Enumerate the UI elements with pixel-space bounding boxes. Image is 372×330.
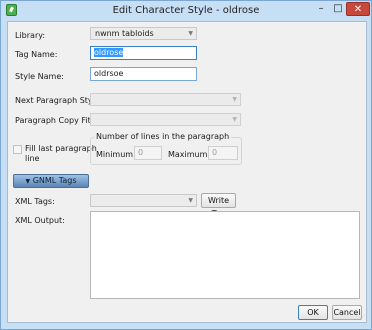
- xml-output-textarea[interactable]: [90, 211, 360, 299]
- fill-last-paragraph-line-label: Fill last paragraph: [25, 144, 97, 153]
- tag-name-value: oldrose: [94, 48, 124, 57]
- maximum-value: 0: [212, 148, 218, 157]
- maximum-input[interactable]: 0: [208, 146, 238, 160]
- style-name-label: Style Name:: [15, 72, 64, 81]
- fill-last-paragraph-line-label-cont: line: [25, 154, 40, 163]
- minimum-input[interactable]: 0: [134, 146, 162, 160]
- paragraph-copy-fit-label: Paragraph Copy Fit:: [15, 116, 94, 125]
- maximize-button[interactable]: □: [330, 2, 346, 16]
- resize-grip-icon[interactable]: ⋰: [359, 314, 365, 321]
- chevron-down-icon: ▼: [232, 116, 237, 123]
- lines-group-title: Number of lines in the paragraph: [94, 132, 232, 141]
- chevron-down-icon: ▼: [188, 30, 193, 37]
- cancel-button[interactable]: Cancel: [332, 305, 362, 320]
- library-dropdown[interactable]: nwnm tabloids ▼: [90, 27, 197, 40]
- library-value: nwnm tabloids: [95, 29, 154, 38]
- write-tag-button[interactable]: Write Tag: [201, 193, 236, 218]
- minimize-button[interactable]: –: [312, 2, 330, 16]
- minimum-label: Minimum:: [96, 150, 136, 159]
- style-name-value: oldrsoe: [94, 69, 124, 78]
- gnml-tags-toggle[interactable]: ▼ GNML Tags: [13, 174, 89, 188]
- tag-name-label: Tag Name:: [15, 50, 58, 59]
- minimum-value: 0: [138, 148, 144, 157]
- library-label: Library:: [15, 31, 46, 40]
- gnml-tags-label: GNML Tags: [32, 176, 77, 185]
- xml-tags-dropdown[interactable]: ▼: [90, 194, 197, 207]
- paragraph-copy-fit-dropdown[interactable]: ▼: [90, 113, 241, 126]
- dialog-body: Library: nwnm tabloids ▼ Tag Name: oldro…: [7, 21, 367, 323]
- ok-button[interactable]: OK: [298, 305, 328, 320]
- maximum-label: Maximum:: [168, 150, 211, 159]
- tag-name-input[interactable]: oldrose: [90, 46, 197, 60]
- title-bar[interactable]: Edit Character Style - oldrose – □ ✕: [1, 1, 371, 21]
- chevron-down-icon: ▼: [232, 96, 237, 103]
- xml-output-label: XML Output:: [15, 216, 65, 225]
- dialog-window: Edit Character Style - oldrose – □ ✕ Lib…: [0, 0, 372, 330]
- chevron-down-icon: ▼: [25, 178, 31, 185]
- close-button[interactable]: ✕: [346, 2, 370, 16]
- chevron-down-icon: ▼: [188, 197, 193, 204]
- xml-tags-label: XML Tags:: [15, 197, 55, 206]
- fill-last-paragraph-line-checkbox[interactable]: [13, 145, 22, 154]
- style-name-input[interactable]: oldrsoe: [90, 67, 197, 81]
- next-paragraph-style-dropdown[interactable]: ▼: [90, 93, 241, 106]
